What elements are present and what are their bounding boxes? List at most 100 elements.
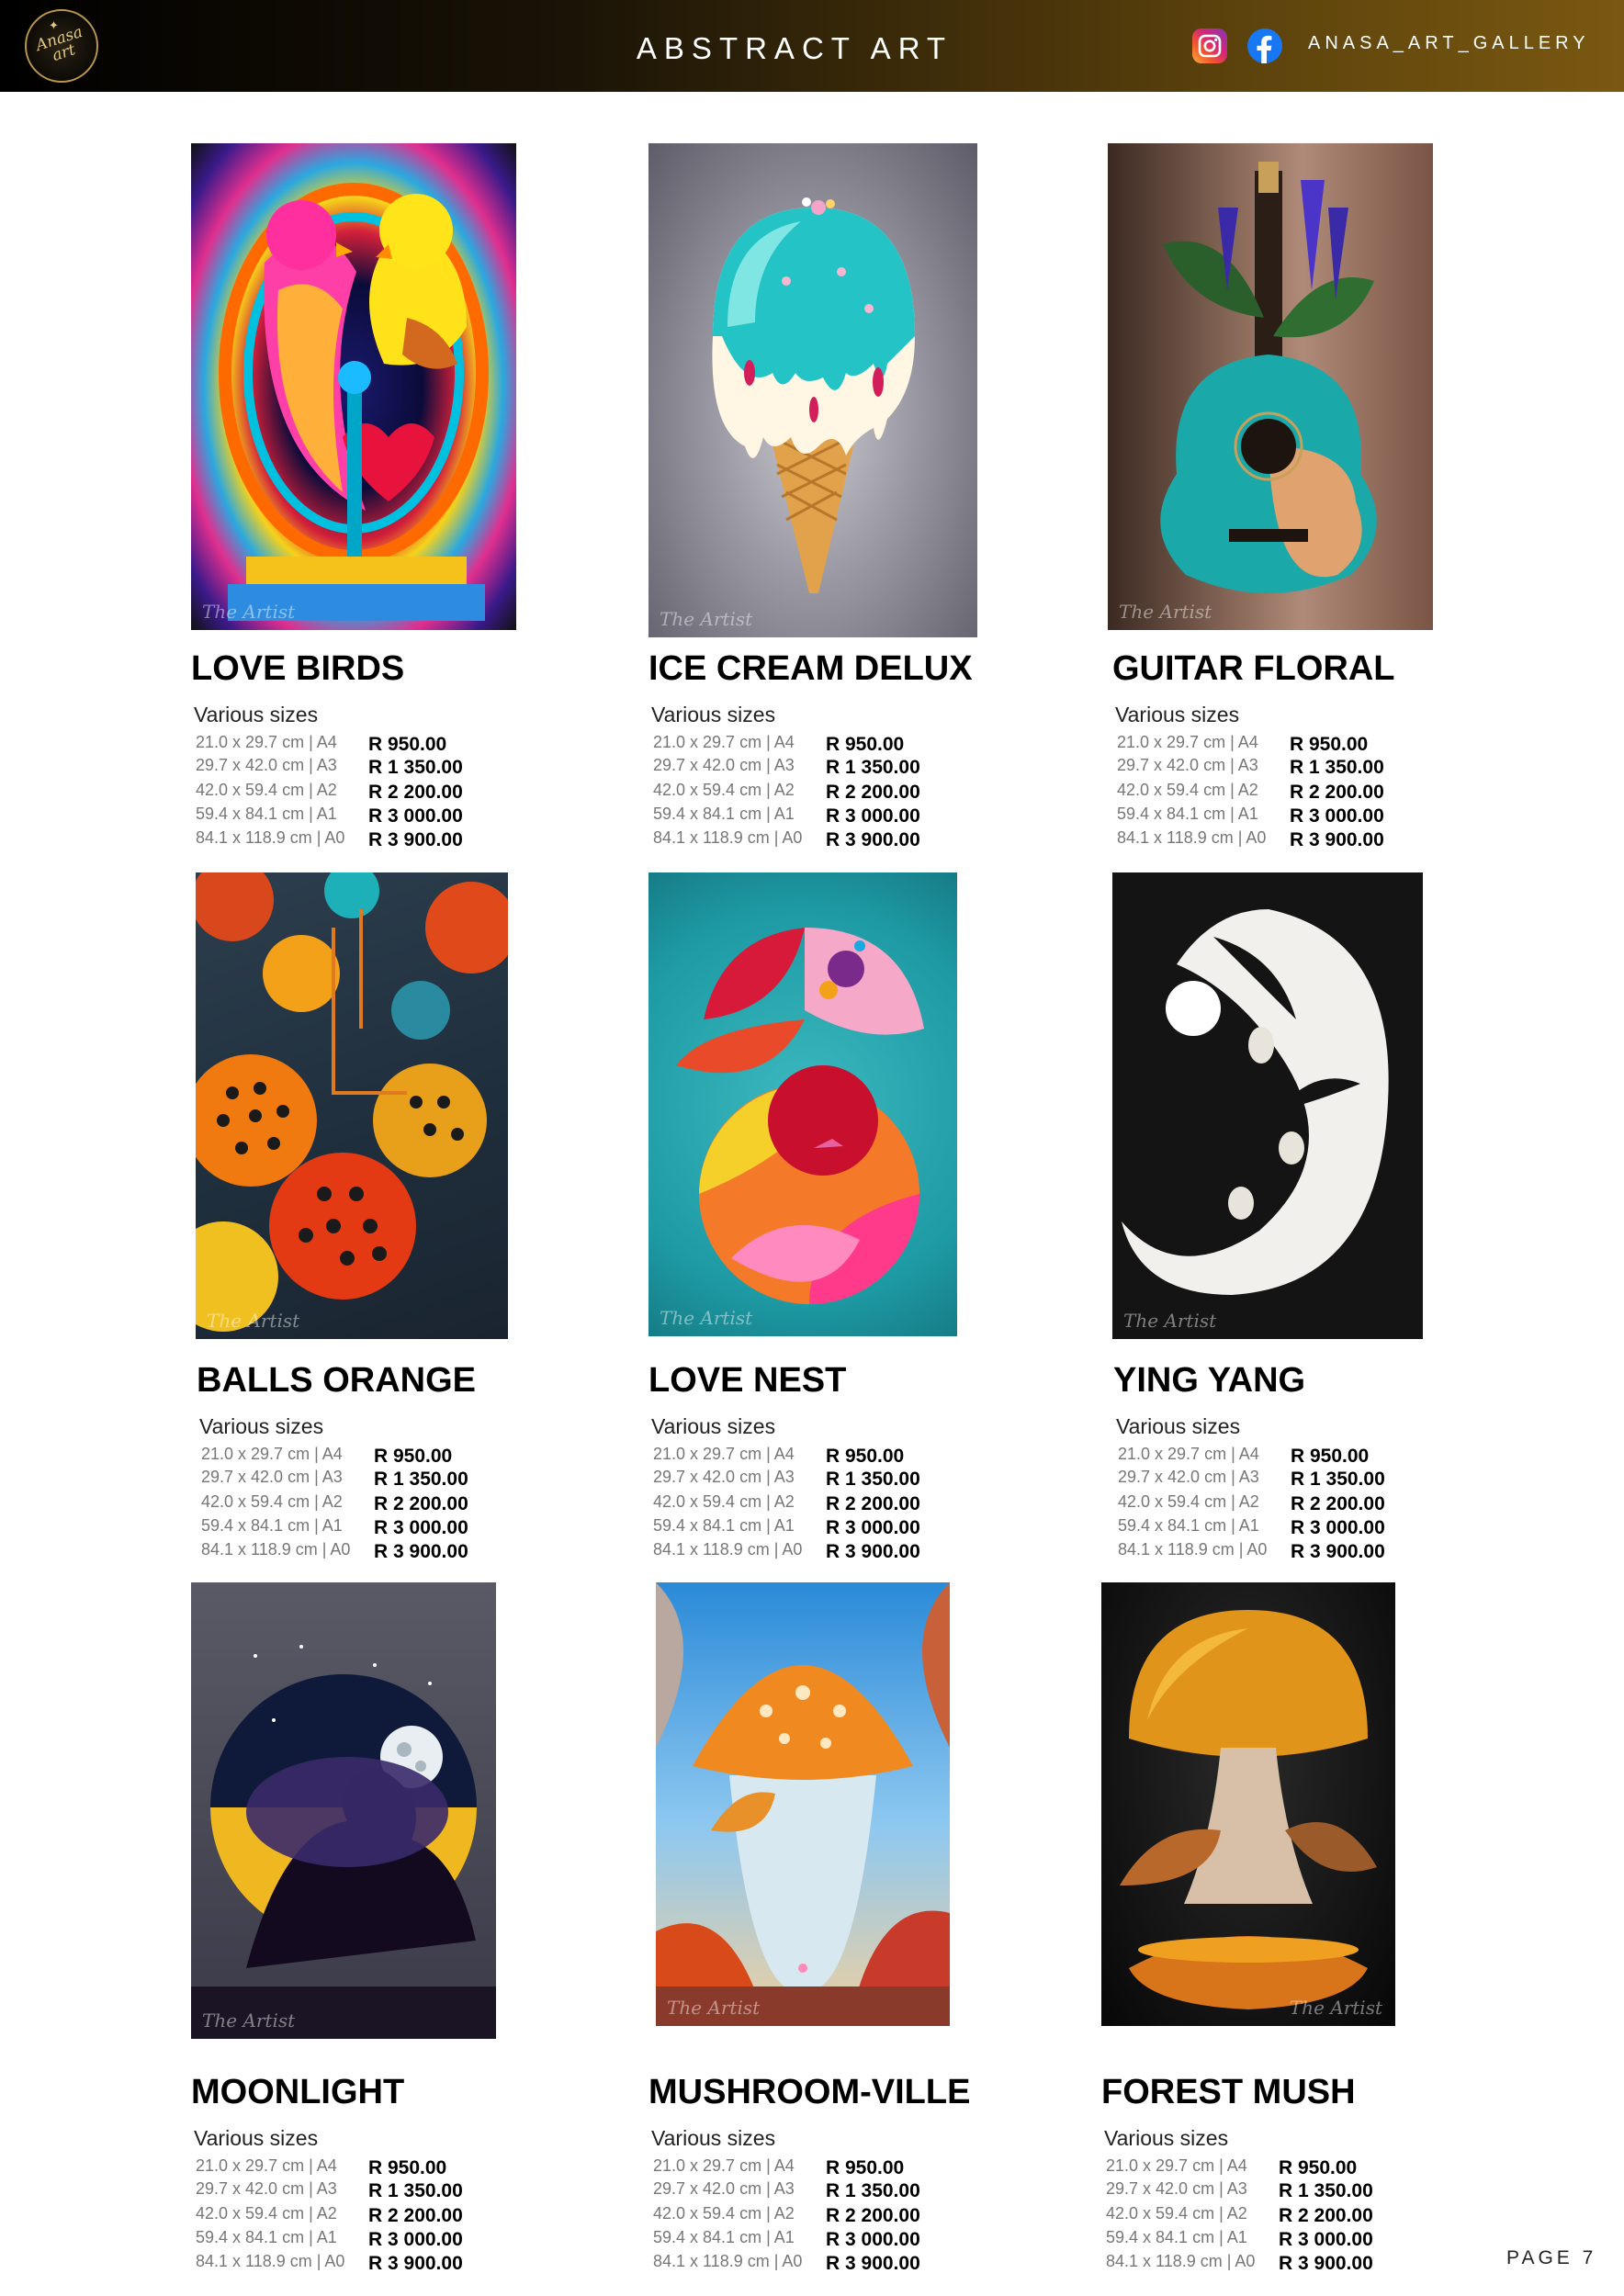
price-value: R 1 350.00: [1279, 2180, 1373, 2201]
artist-signature: The Artist: [202, 2009, 296, 2032]
sizes-label: Various sizes: [199, 1414, 324, 1438]
size-dimension: 84.1 x 118.9 cm | A0: [653, 2252, 803, 2270]
price-value: R 950.00: [1279, 2157, 1358, 2178]
price-value: R 1 350.00: [374, 1469, 468, 1490]
price-value: R 3 000.00: [368, 805, 463, 827]
price-value: R 2 200.00: [1291, 1493, 1385, 1514]
artwork-moonlight[interactable]: The Artist: [191, 1582, 496, 2039]
size-dimension: 84.1 x 118.9 cm | A0: [1118, 1540, 1268, 1559]
size-dimension: 21.0 x 29.7 cm | A4: [1118, 1445, 1259, 1463]
price-value: R 1 350.00: [1290, 757, 1384, 778]
price-value: R 3 000.00: [368, 2229, 463, 2250]
price-value: R 3 000.00: [826, 2229, 920, 2250]
price-value: R 950.00: [826, 2157, 905, 2178]
product-name: MOONLIGHT: [191, 2073, 405, 2111]
price-value: R 1 350.00: [826, 757, 920, 778]
artwork-love-nest[interactable]: The Artist: [648, 872, 957, 1336]
sizes-label: Various sizes: [651, 703, 776, 726]
price-value: R 1 350.00: [826, 2180, 920, 2201]
page-title: ABSTRACT ART: [636, 31, 953, 65]
price-value: R 2 200.00: [826, 2205, 920, 2226]
price-value: R 2 200.00: [368, 2205, 463, 2226]
price-value: R 3 000.00: [1290, 805, 1384, 827]
sizes-label: Various sizes: [651, 1414, 776, 1438]
price-value: R 3 000.00: [1279, 2229, 1373, 2250]
size-dimension: 84.1 x 118.9 cm | A0: [1106, 2252, 1256, 2270]
size-dimension: 84.1 x 118.9 cm | A0: [653, 1540, 803, 1559]
social-handle[interactable]: ANASA_ART_GALLERY: [1308, 33, 1590, 54]
size-dimension: 21.0 x 29.7 cm | A4: [653, 1445, 795, 1463]
sizes-label: Various sizes: [194, 703, 319, 726]
price-value: R 3 900.00: [826, 2253, 920, 2274]
artwork-balls-orange[interactable]: The Artist: [196, 872, 508, 1339]
price-value: R 1 350.00: [1291, 1469, 1385, 1490]
artwork-guitar-floral[interactable]: The Artist: [1108, 143, 1433, 630]
price-value: R 3 000.00: [1291, 1517, 1385, 1538]
header-bar: ✦ Anasa art ABSTRACT ART ANASA_ART_GALLE…: [0, 0, 1624, 92]
size-dimension: 29.7 x 42.0 cm | A3: [196, 756, 337, 774]
price-value: R 2 200.00: [368, 782, 463, 803]
price-value: R 950.00: [1290, 734, 1369, 755]
size-dimension: 42.0 x 59.4 cm | A2: [196, 781, 337, 799]
product-name: MUSHROOM-VILLE: [648, 2073, 971, 2111]
size-dimension: 59.4 x 84.1 cm | A1: [1118, 1516, 1259, 1535]
product-name: YING YANG: [1113, 1361, 1306, 1400]
price-value: R 3 900.00: [368, 829, 463, 850]
size-dimension: 42.0 x 59.4 cm | A2: [653, 2204, 795, 2223]
artwork-ice-cream-delux[interactable]: The Artist: [648, 143, 977, 637]
size-dimension: 21.0 x 29.7 cm | A4: [653, 2156, 795, 2175]
logo-text: Anasa art: [33, 22, 85, 65]
price-value: R 950.00: [1291, 1446, 1370, 1467]
size-dimension: 42.0 x 59.4 cm | A2: [1117, 781, 1258, 799]
price-value: R 3 000.00: [826, 1517, 920, 1538]
instagram-icon[interactable]: [1192, 28, 1227, 63]
price-value: R 950.00: [368, 734, 447, 755]
price-value: R 2 200.00: [374, 1493, 468, 1514]
size-dimension: 59.4 x 84.1 cm | A1: [196, 2228, 337, 2246]
price-value: R 3 900.00: [826, 829, 920, 850]
price-value: R 3 900.00: [368, 2253, 463, 2274]
size-dimension: 29.7 x 42.0 cm | A3: [201, 1468, 343, 1486]
artist-signature: The Artist: [667, 1997, 761, 2019]
price-value: R 950.00: [374, 1446, 453, 1467]
size-dimension: 21.0 x 29.7 cm | A4: [196, 733, 337, 751]
artist-signature: The Artist: [1123, 1310, 1217, 1332]
product-name: LOVE BIRDS: [191, 649, 405, 688]
artwork-ying-yang[interactable]: The Artist: [1112, 872, 1423, 1339]
size-dimension: 84.1 x 118.9 cm | A0: [653, 828, 803, 847]
size-dimension: 84.1 x 118.9 cm | A0: [196, 2252, 345, 2270]
size-dimension: 21.0 x 29.7 cm | A4: [1106, 2156, 1247, 2175]
size-dimension: 59.4 x 84.1 cm | A1: [1117, 805, 1258, 823]
facebook-icon[interactable]: [1247, 28, 1282, 63]
artist-signature: The Artist: [1119, 601, 1212, 623]
size-dimension: 42.0 x 59.4 cm | A2: [1118, 1492, 1259, 1511]
size-dimension: 42.0 x 59.4 cm | A2: [201, 1492, 343, 1511]
size-dimension: 59.4 x 84.1 cm | A1: [653, 1516, 795, 1535]
size-dimension: 59.4 x 84.1 cm | A1: [653, 2228, 795, 2246]
price-value: R 1 350.00: [368, 2180, 463, 2201]
price-value: R 2 200.00: [826, 1493, 920, 1514]
artist-signature: The Artist: [207, 1310, 300, 1332]
size-dimension: 59.4 x 84.1 cm | A1: [201, 1516, 343, 1535]
product-name: GUITAR FLORAL: [1112, 649, 1395, 688]
size-dimension: 42.0 x 59.4 cm | A2: [653, 781, 795, 799]
artist-signature: The Artist: [1289, 1997, 1382, 2019]
size-dimension: 84.1 x 118.9 cm | A0: [196, 828, 345, 847]
artwork-love-birds[interactable]: The Artist: [191, 143, 516, 630]
product-name: ICE CREAM DELUX: [648, 649, 973, 688]
price-value: R 3 900.00: [374, 1541, 468, 1562]
price-value: R 3 000.00: [374, 1517, 468, 1538]
artwork-forest-mush[interactable]: The Artist: [1101, 1582, 1395, 2026]
brand-logo[interactable]: ✦ Anasa art: [25, 9, 98, 83]
artwork-mushroom-ville[interactable]: The Artist: [656, 1582, 950, 2026]
artist-signature: The Artist: [202, 601, 296, 623]
price-value: R 3 000.00: [826, 805, 920, 827]
size-dimension: 29.7 x 42.0 cm | A3: [653, 756, 795, 774]
artist-signature: The Artist: [660, 608, 753, 630]
price-value: R 3 900.00: [1279, 2253, 1373, 2274]
artist-signature: The Artist: [660, 1307, 753, 1329]
price-value: R 3 900.00: [1290, 829, 1384, 850]
price-value: R 1 350.00: [826, 1469, 920, 1490]
size-dimension: 29.7 x 42.0 cm | A3: [1117, 756, 1258, 774]
sizes-label: Various sizes: [1116, 1414, 1241, 1438]
